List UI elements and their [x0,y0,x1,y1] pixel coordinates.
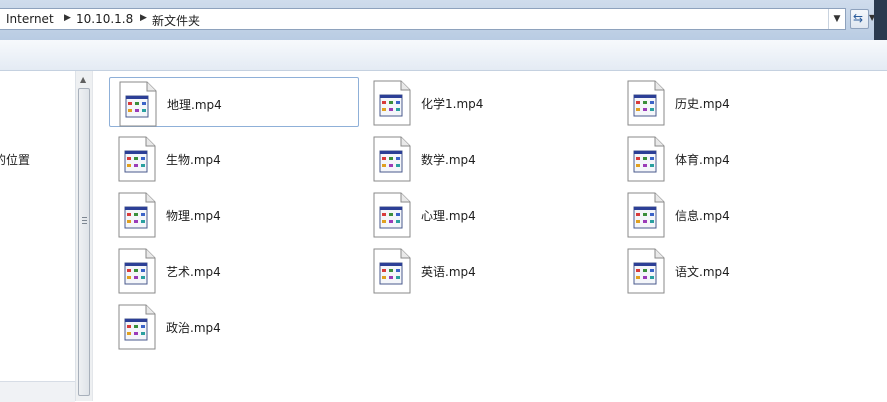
file-name: 体育.mp4 [675,153,730,167]
file-item[interactable]: 生物.mp4 [109,133,359,183]
breadcrumb-folder[interactable]: 新文件夹 [152,12,200,29]
breadcrumb-separator-icon[interactable]: ▶ [64,13,71,23]
file-name: 物理.mp4 [166,209,221,223]
refresh-icon: ⇆ [853,11,864,25]
breadcrumb-separator-icon[interactable]: ▶ [140,13,147,23]
file-item[interactable]: 语文.mp4 [618,245,868,295]
nav-vertical-scrollbar[interactable]: ▲ [75,71,93,401]
refresh-button[interactable]: ⇆ [850,9,869,29]
video-file-icon [372,136,412,182]
address-bar-area: Internet ▶ 10.10.1.8 ▶ 新文件夹 ▼ ⇆ ▼ [0,0,887,40]
navigation-pane: 的位置 [0,71,75,402]
file-item[interactable]: 英语.mp4 [364,245,614,295]
file-name: 历史.mp4 [675,97,730,111]
file-name: 艺术.mp4 [166,265,221,279]
video-file-icon [626,136,666,182]
file-item[interactable]: 心理.mp4 [364,189,614,239]
file-name: 信息.mp4 [675,209,730,223]
file-item[interactable]: 政治.mp4 [109,301,359,351]
address-dropdown-icon[interactable]: ▼ [828,9,845,29]
file-name: 化学1.mp4 [421,97,484,111]
grip-line [82,220,87,221]
file-name: 政治.mp4 [166,321,221,335]
file-name: 英语.mp4 [421,265,476,279]
scrollbar-thumb[interactable] [78,88,90,396]
video-file-icon [626,248,666,294]
address-bar[interactable]: Internet ▶ 10.10.1.8 ▶ 新文件夹 ▼ [0,8,846,30]
nav-horizontal-scrollbar[interactable] [0,381,75,402]
breadcrumb-host[interactable]: 10.10.1.8 [76,12,133,26]
video-file-icon [117,136,157,182]
file-item[interactable]: 艺术.mp4 [109,245,359,295]
file-item[interactable]: 体育.mp4 [618,133,868,183]
video-file-icon [118,81,158,127]
file-name: 心理.mp4 [421,209,476,223]
file-item[interactable]: 化学1.mp4 [364,77,614,127]
video-file-icon [626,80,666,126]
file-item[interactable]: 历史.mp4 [618,77,868,127]
video-file-icon [372,248,412,294]
file-name: 语文.mp4 [675,265,730,279]
video-file-icon [372,80,412,126]
video-file-icon [372,192,412,238]
file-list: 地理.mp4 化学1.mp4 历史.mp4 生物.mp4 数学.mp4 体育.m… [93,71,887,401]
file-item[interactable]: 数学.mp4 [364,133,614,183]
file-item[interactable]: 信息.mp4 [618,189,868,239]
nav-item-locations[interactable]: 的位置 [0,151,30,168]
video-file-icon [117,192,157,238]
file-name: 地理.mp4 [167,98,222,112]
video-file-icon [117,248,157,294]
video-file-icon [117,304,157,350]
file-item[interactable]: 地理.mp4 [109,77,359,127]
file-item[interactable]: 物理.mp4 [109,189,359,239]
breadcrumb-internet[interactable]: Internet [6,12,54,26]
file-name: 生物.mp4 [166,153,221,167]
grip-line [82,223,87,224]
toolbar [0,40,887,71]
scroll-up-icon[interactable]: ▲ [80,75,86,84]
video-file-icon [626,192,666,238]
grip-line [82,217,87,218]
file-name: 数学.mp4 [421,153,476,167]
window-edge [874,0,887,40]
